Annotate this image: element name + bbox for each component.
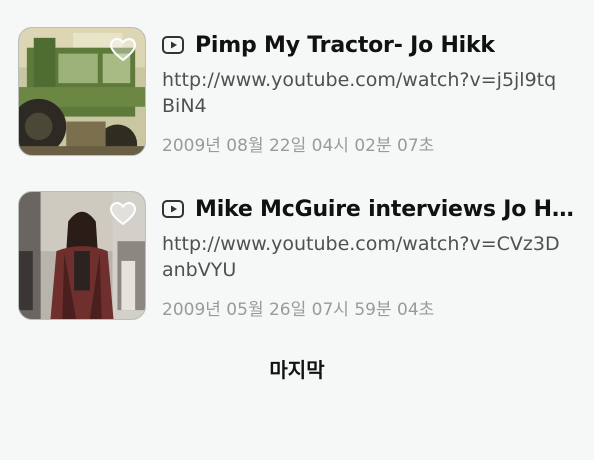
heart-icon[interactable]	[110, 38, 136, 62]
video-title: Pimp My Tractor- Jo Hikk	[195, 32, 495, 58]
video-url[interactable]: http://www.youtube.com/watch?v=j5jl9tqBi…	[162, 67, 562, 119]
play-icon	[162, 36, 184, 54]
video-url[interactable]: http://www.youtube.com/watch?v=CVz3DanbV…	[162, 231, 562, 283]
video-list-item[interactable]: Mike McGuire interviews Jo Hikk http://w…	[18, 191, 578, 321]
heart-icon[interactable]	[110, 202, 136, 226]
video-list-item[interactable]: Pimp My Tractor- Jo Hikk http://www.yout…	[18, 27, 578, 157]
video-title-row[interactable]: Pimp My Tractor- Jo Hikk	[162, 29, 578, 61]
video-date: 2009년 05월 26일 07시 59분 04초	[162, 300, 435, 320]
list-end-label: 마지막	[269, 358, 325, 382]
video-title-row[interactable]: Mike McGuire interviews Jo Hikk	[162, 193, 578, 225]
video-title: Mike McGuire interviews Jo Hikk	[195, 196, 578, 222]
video-date: 2009년 08월 22일 04시 02분 07초	[162, 136, 435, 156]
video-thumbnail-tractor[interactable]	[18, 27, 146, 156]
video-thumbnail-person[interactable]	[18, 191, 146, 320]
play-icon	[162, 200, 184, 218]
